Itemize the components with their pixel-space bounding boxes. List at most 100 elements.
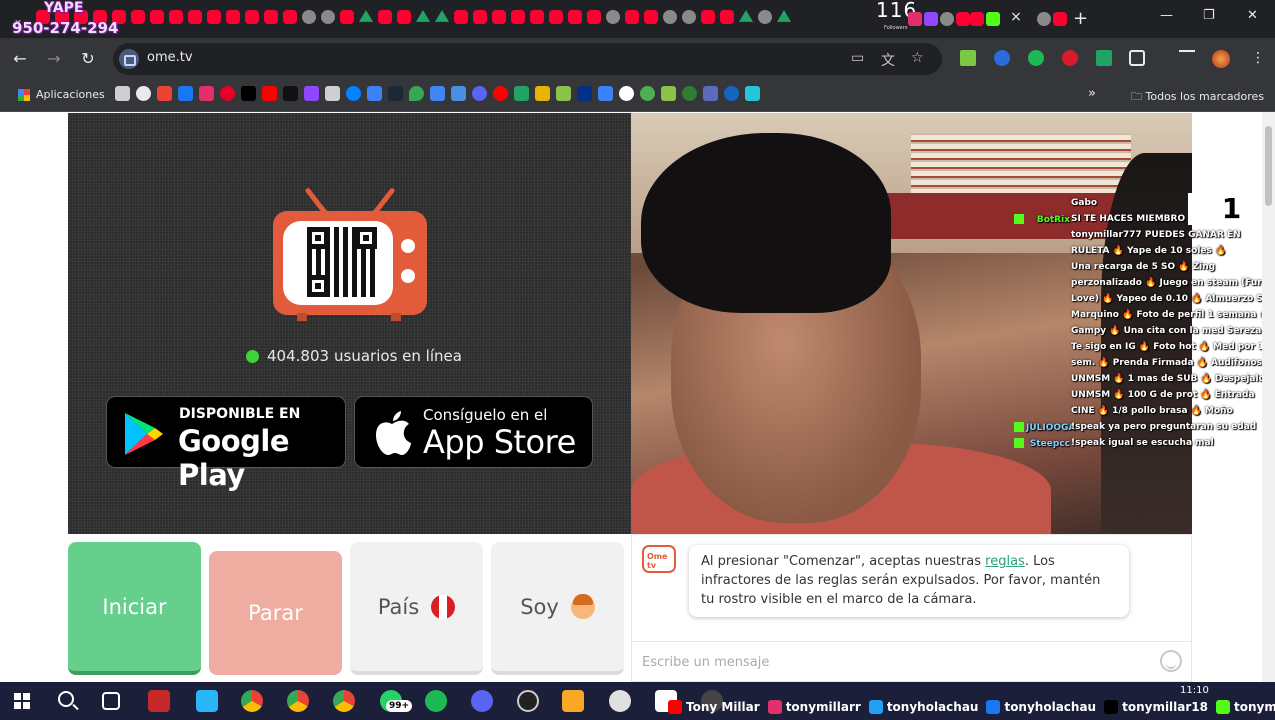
bookmark-app8-icon[interactable]	[724, 86, 739, 101]
tab-youtube-icon[interactable]	[131, 10, 145, 24]
tab-youtube-icon[interactable]	[340, 10, 354, 24]
tab-youtube-icon[interactable]	[587, 10, 601, 24]
discord-icon[interactable]	[471, 690, 493, 712]
bookmark-gb-icon[interactable]	[430, 86, 445, 101]
tab-youtube-icon[interactable]	[970, 12, 984, 26]
bookmark-instagram-icon[interactable]	[199, 86, 214, 101]
tab-youtube-icon[interactable]	[956, 12, 970, 26]
tab-kick-icon[interactable]	[986, 12, 1000, 26]
browser-menu-icon[interactable]: ⋮	[1250, 50, 1266, 66]
bookmark-app4-icon[interactable]	[640, 86, 655, 101]
app-store-button[interactable]: Consíguelo en el App Store	[354, 396, 593, 468]
tab-youtube-icon[interactable]	[169, 10, 183, 24]
bookmark-chatgpt-icon[interactable]	[136, 86, 151, 101]
tab-web-icon[interactable]	[321, 10, 335, 24]
bookmark-app9-icon[interactable]	[745, 86, 760, 101]
tab-web-icon[interactable]	[758, 10, 772, 24]
all-bookmarks[interactable]: 🗀 Todos los marcadores	[1131, 88, 1264, 107]
tab-youtube-icon[interactable]	[473, 10, 487, 24]
tab-instagram-icon[interactable]	[908, 12, 922, 26]
tab-youtube-icon[interactable]	[283, 10, 297, 24]
bookmark-grid-icon[interactable]	[115, 86, 130, 101]
extensions-puzzle-icon[interactable]	[1129, 50, 1145, 66]
bookmark-translate-icon[interactable]	[451, 86, 466, 101]
new-tab-button[interactable]: +	[1073, 8, 1088, 29]
tab-youtube-icon[interactable]	[644, 10, 658, 24]
bookmark-discord-icon[interactable]	[472, 86, 487, 101]
cast-icon[interactable]: ▭	[851, 50, 864, 66]
voicemeeter-icon[interactable]	[148, 690, 170, 712]
tab-youtube-icon[interactable]	[188, 10, 202, 24]
tab-web-icon[interactable]	[302, 10, 316, 24]
bookmark-youtube-icon[interactable]	[262, 86, 277, 101]
country-button[interactable]: País	[350, 542, 483, 675]
profile-avatar[interactable]	[1212, 50, 1230, 68]
bookmark-app2-icon[interactable]	[556, 86, 571, 101]
obs-icon[interactable]	[517, 690, 539, 712]
bookmark-paypal-icon[interactable]	[577, 86, 592, 101]
tab-youtube-icon[interactable]	[568, 10, 582, 24]
spotify-icon[interactable]	[425, 690, 447, 712]
tab-drive-icon[interactable]	[435, 10, 449, 22]
tab-youtube-icon[interactable]	[454, 10, 468, 24]
forward-icon[interactable]: →	[44, 49, 64, 68]
bookmark-gmail-icon[interactable]	[157, 86, 172, 101]
grammar-extension-icon[interactable]	[1028, 50, 1044, 66]
tab-web-icon[interactable]	[663, 10, 677, 24]
tab-youtube-icon[interactable]	[720, 10, 734, 24]
close-window-icon[interactable]: ✕	[1247, 8, 1258, 23]
address-bar[interactable]: ome.tv ▭ 文 ☆	[113, 43, 942, 75]
rules-link[interactable]: reglas	[985, 554, 1025, 569]
extension-icon[interactable]	[994, 50, 1010, 66]
task-view-icon[interactable]	[102, 692, 120, 710]
restore-icon[interactable]: ❐	[1203, 8, 1215, 23]
page-scrollbar[interactable]	[1262, 112, 1275, 682]
tab-youtube-icon[interactable]	[1053, 12, 1067, 26]
windows-start-icon[interactable]	[14, 693, 30, 709]
tab-youtube-icon[interactable]	[549, 10, 563, 24]
drive-extension-icon[interactable]	[1096, 50, 1112, 66]
tab-youtube-icon[interactable]	[150, 10, 164, 24]
bookmark-tiktok-icon[interactable]	[283, 86, 298, 101]
tab-drive-icon[interactable]	[359, 10, 373, 22]
back-icon[interactable]: ←	[10, 49, 30, 68]
message-input[interactable]	[642, 650, 1142, 674]
bookmark-github-icon[interactable]	[619, 86, 634, 101]
tab-tiktok-icon[interactable]	[940, 12, 954, 26]
tab-settings-icon[interactable]	[1037, 12, 1051, 26]
download-extension-icon[interactable]	[960, 50, 976, 66]
bookmark-facebook-icon[interactable]	[178, 86, 193, 101]
tab-youtube-icon[interactable]	[511, 10, 525, 24]
bookmark-maps-icon[interactable]	[409, 86, 424, 101]
tab-drive-icon[interactable]	[777, 10, 791, 22]
reading-list-icon[interactable]	[1179, 50, 1195, 66]
tab-youtube-icon[interactable]	[492, 10, 506, 24]
stop-button[interactable]: Parar	[209, 551, 342, 675]
emoji-icon[interactable]	[1160, 650, 1182, 672]
reload-icon[interactable]: ↻	[78, 49, 98, 68]
bookmark-app5-icon[interactable]	[661, 86, 676, 101]
taskbar-app-icon[interactable]	[196, 690, 218, 712]
bookmark-star-icon[interactable]: ☆	[911, 50, 924, 66]
gender-button[interactable]: Soy	[491, 542, 624, 675]
close-tab-icon[interactable]: ×	[1005, 9, 1027, 29]
tab-youtube-icon[interactable]	[701, 10, 715, 24]
tab-web-icon[interactable]	[682, 10, 696, 24]
tab-youtube-icon[interactable]	[397, 10, 411, 24]
tab-youtube-icon[interactable]	[264, 10, 278, 24]
bookmark-twitch-icon[interactable]	[304, 86, 319, 101]
bookmark-app7-icon[interactable]	[703, 86, 718, 101]
tab-youtube-icon[interactable]	[207, 10, 221, 24]
tab-youtube-icon[interactable]	[530, 10, 544, 24]
file-explorer-icon[interactable]	[562, 690, 584, 712]
site-info-icon[interactable]	[119, 49, 139, 69]
bookmark-pinterest-icon[interactable]	[220, 86, 235, 101]
url-text[interactable]: ome.tv	[147, 50, 193, 65]
tab-drive-icon[interactable]	[739, 10, 753, 22]
tab-youtube-icon[interactable]	[245, 10, 259, 24]
bookmark-youtube-music-icon[interactable]	[493, 86, 508, 101]
chrome-icon[interactable]	[333, 690, 355, 712]
taskbar-app2-icon[interactable]	[609, 690, 631, 712]
scrollbar-thumb[interactable]	[1265, 126, 1272, 206]
more-bookmarks-icon[interactable]: »	[1088, 86, 1096, 101]
